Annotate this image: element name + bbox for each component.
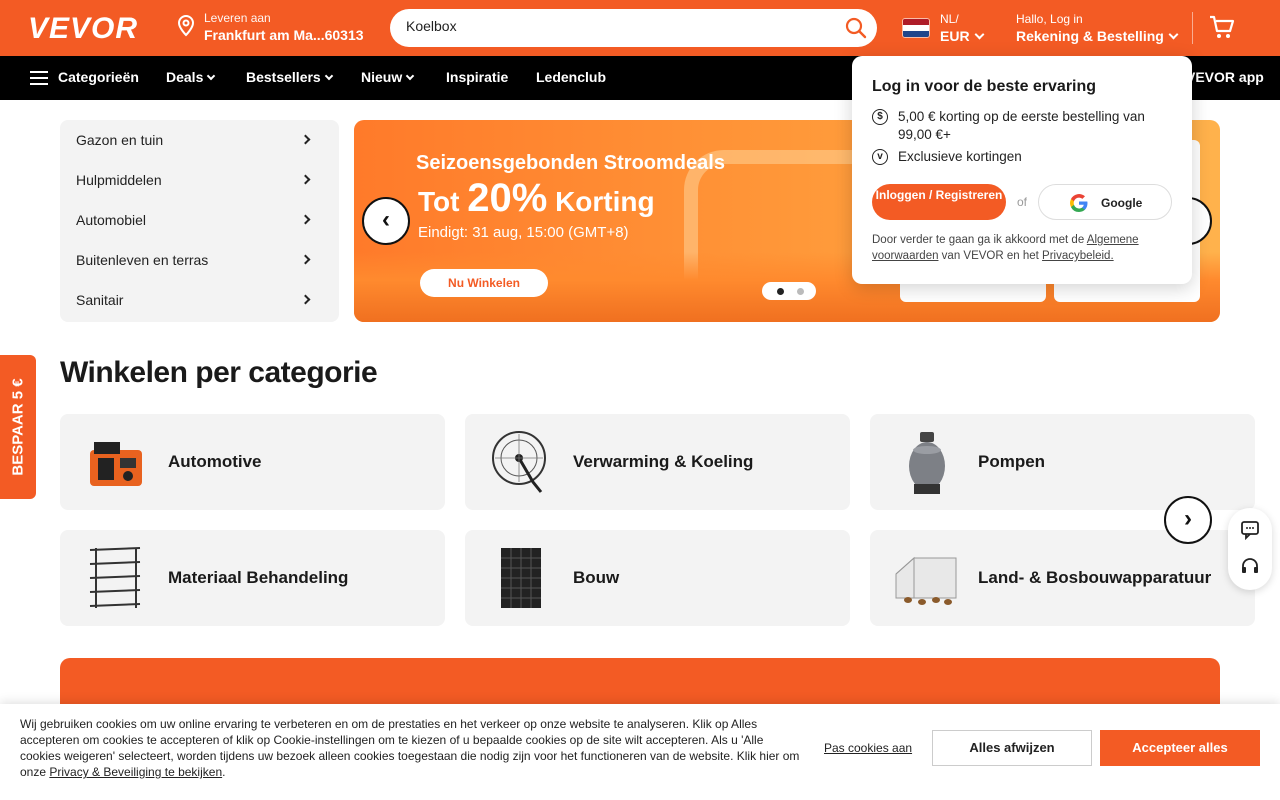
google-login-button[interactable]: Google xyxy=(1038,184,1172,220)
or-label: of xyxy=(1017,195,1028,209)
save-coupon-tab[interactable]: BESPAAR 5 € xyxy=(0,355,36,499)
delivery-location[interactable]: Leveren aan Frankfurt am Ma...60313 xyxy=(176,11,364,43)
accept-all-button[interactable]: Accepteer alles xyxy=(1100,730,1260,766)
perk-exclusive: v Exclusieve kortingen xyxy=(872,148,1172,166)
greeting-label: Hallo, Log in xyxy=(1016,12,1083,26)
terms-text: Door verder te gaan ga ik akkoord met de… xyxy=(872,234,1139,262)
chicken-coop-image xyxy=(895,556,957,605)
section-title: Winkelen per categorie xyxy=(60,356,378,389)
chevron-down-icon xyxy=(1168,29,1179,40)
language-label: NL/ xyxy=(940,12,959,26)
account-label: Rekening & Bestelling xyxy=(1016,28,1164,44)
cookie-text: Wij gebruiken cookies om uw online ervar… xyxy=(20,717,800,779)
chevron-right-icon xyxy=(300,294,311,305)
nav-vevor-app[interactable]: VEVOR app xyxy=(1186,69,1264,85)
location-pin-icon xyxy=(177,15,195,37)
shop-now-button[interactable]: Nu Winkelen xyxy=(420,269,548,297)
sidebar-item-outdoor[interactable]: Buitenleven en terras xyxy=(60,240,339,280)
nav-members-club[interactable]: Ledenclub xyxy=(536,69,606,85)
category-card-heating-cooling[interactable]: Verwarming & Koeling xyxy=(465,414,850,510)
categories-next-button[interactable]: › xyxy=(1164,496,1212,544)
carousel-dot-active[interactable] xyxy=(777,288,784,295)
pool-filter-image xyxy=(909,432,945,494)
perk-discount: $ 5,00 € korting op de eerste bestelling… xyxy=(872,108,1172,144)
cookie-banner: Wij gebruiken cookies om uw online ervar… xyxy=(0,704,1280,800)
search-bar xyxy=(390,9,877,47)
language-currency-selector[interactable]: NL/ EUR xyxy=(902,12,985,44)
nav-new[interactable]: Nieuw xyxy=(361,69,415,85)
google-icon xyxy=(1070,194,1088,212)
floating-support-buttons xyxy=(1228,508,1272,590)
chat-icon[interactable] xyxy=(1240,520,1260,540)
banner-end-date: Eindigt: 31 aug, 15:00 (GMT+8) xyxy=(418,224,629,241)
shelving-image xyxy=(89,547,141,608)
sidebar-item-plumbing[interactable]: Sanitair xyxy=(60,280,339,320)
banner-discount: Tot 20% Korting xyxy=(418,176,655,220)
chevron-right-icon xyxy=(300,214,311,225)
divider xyxy=(1192,12,1193,44)
privacy-security-link[interactable]: Privacy & Beveiliging te bekijken xyxy=(49,765,222,779)
carousel-indicator xyxy=(762,282,816,300)
popup-title: Log in voor de beste ervaring xyxy=(872,78,1097,95)
headset-icon[interactable] xyxy=(1240,556,1260,576)
chevron-right-icon xyxy=(300,174,311,185)
login-popup: Log in voor de beste ervaring $ 5,00 € k… xyxy=(852,56,1192,284)
sidebar-item-tools[interactable]: Hulpmiddelen xyxy=(60,160,339,200)
category-card-pumps[interactable]: Pompen xyxy=(870,414,1255,510)
carousel-prev-button[interactable]: ‹ xyxy=(362,197,410,245)
login-register-button[interactable]: Inloggen / Registreren xyxy=(872,184,1006,220)
banner-headline: Seizoensgebonden Stroomdeals xyxy=(416,152,725,174)
customize-cookies-link[interactable]: Pas cookies aan xyxy=(824,741,912,755)
category-card-agriculture-forestry[interactable]: Land- & Bosbouwapparatuur xyxy=(870,530,1255,626)
search-input[interactable] xyxy=(406,18,826,34)
floor-tile-image xyxy=(501,548,541,608)
coin-icon: $ xyxy=(872,109,888,125)
menu-icon[interactable] xyxy=(30,71,48,85)
nav-inspiration[interactable]: Inspiratie xyxy=(446,69,508,85)
cart-icon[interactable] xyxy=(1208,13,1236,41)
jack-kit-image xyxy=(90,442,142,486)
vevor-logo[interactable]: VEVOR xyxy=(28,12,138,46)
sidebar-item-lawn-garden[interactable]: Gazon en tuin xyxy=(60,120,339,160)
currency-label: EUR xyxy=(940,28,970,44)
chevron-down-icon xyxy=(974,29,985,40)
netherlands-flag-icon xyxy=(902,18,930,38)
search-icon[interactable] xyxy=(845,17,867,39)
sidebar-item-automotive[interactable]: Automobiel xyxy=(60,200,339,240)
nav-deals[interactable]: Deals xyxy=(166,69,216,85)
privacy-link[interactable]: Privacybeleid. xyxy=(1042,250,1114,262)
deliver-label: Leveren aan xyxy=(204,11,271,25)
fan-image xyxy=(492,431,546,493)
chevron-down-icon xyxy=(405,71,415,81)
nav-bestsellers[interactable]: Bestsellers xyxy=(246,69,333,85)
reject-all-button[interactable]: Alles afwijzen xyxy=(932,730,1092,766)
chevron-down-icon xyxy=(207,71,216,81)
vip-icon: v xyxy=(872,149,888,165)
deliver-location: Frankfurt am Ma...60313 xyxy=(204,27,364,43)
nav-categories[interactable]: Categorieën xyxy=(58,69,139,85)
category-card-material-handling[interactable]: Materiaal Behandeling xyxy=(60,530,445,626)
sidebar-categories: Gazon en tuin Hulpmiddelen Automobiel Bu… xyxy=(60,120,339,322)
chevron-right-icon xyxy=(300,254,311,265)
top-header: VEVOR Leveren aan Frankfurt am Ma...6031… xyxy=(0,0,1280,56)
chevron-down-icon xyxy=(324,71,333,81)
carousel-dot[interactable] xyxy=(797,288,804,295)
account-menu[interactable]: Hallo, Log in Rekening & Bestelling xyxy=(1016,12,1179,44)
category-card-automotive[interactable]: Automotive xyxy=(60,414,445,510)
chevron-right-icon xyxy=(300,134,311,145)
category-card-construction[interactable]: Bouw xyxy=(465,530,850,626)
